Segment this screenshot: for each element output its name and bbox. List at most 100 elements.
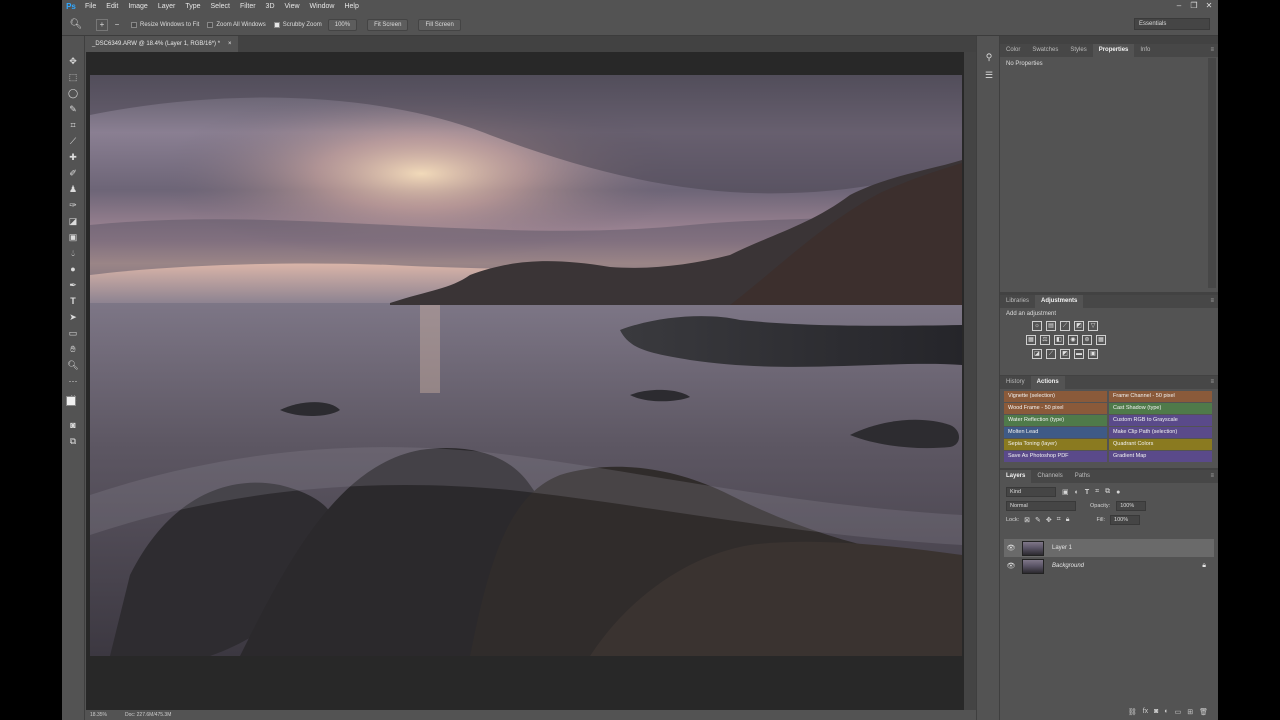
tab-channels[interactable]: Channels [1031,470,1068,483]
zoom-level[interactable]: 18.35% [90,712,107,718]
fill-screen-button[interactable]: Fill Screen [418,18,461,31]
document-tab-close-icon[interactable]: × [228,36,232,52]
hand-tool-icon[interactable]: ✋︎ [66,342,80,356]
action-item[interactable]: Vignette (selection) [1004,391,1107,402]
lock-all-icon[interactable]: 🔒︎ [1066,516,1070,524]
tab-properties[interactable]: Properties [1092,44,1135,57]
menu-edit[interactable]: Edit [101,0,123,13]
tab-libraries[interactable]: Libraries [1000,295,1035,308]
crop-tool-icon[interactable]: ⌗ [66,118,80,132]
fill-input[interactable]: 100% [1110,515,1141,525]
type-filter-icon[interactable]: T [1085,489,1089,496]
color-balance-icon[interactable]: ⚖ [1040,335,1050,345]
posterize-icon[interactable]: ⟋ [1046,349,1056,359]
visibility-eye-icon[interactable]: 👁︎ [1004,562,1018,570]
workspace-select[interactable]: Essentials [1134,18,1210,30]
color-lookup-icon[interactable]: ▦ [1096,335,1106,345]
lasso-tool-icon[interactable]: ◯ [66,86,80,100]
action-item[interactable]: Frame Channel - 50 pixel [1109,391,1212,402]
healing-brush-tool-icon[interactable]: ✚ [66,150,80,164]
action-item[interactable]: Cast Shadow (type) [1109,403,1212,414]
tab-color[interactable]: Color [1000,44,1026,57]
exposure-icon[interactable]: ◩ [1074,321,1084,331]
action-item[interactable]: Molten Lead [1004,427,1107,438]
menu-help[interactable]: Help [339,0,363,13]
tab-adjustments[interactable]: Adjustments [1035,295,1084,308]
resize-windows-checkbox[interactable]: Resize Windows to Fit [131,21,199,28]
eraser-tool-icon[interactable]: ◪ [66,214,80,228]
quick-mask-icon[interactable]: ◙ [66,418,80,432]
layer-mask-icon[interactable]: ◙ [1154,708,1158,716]
vibrance-icon[interactable]: ▽ [1088,321,1098,331]
tab-actions[interactable]: Actions [1030,376,1065,389]
smart-object-filter-icon[interactable]: ⧉ [1105,488,1110,496]
menu-image[interactable]: Image [123,0,152,13]
type-tool-icon[interactable]: T [66,294,80,308]
fit-screen-button[interactable]: Fit Screen [367,18,409,31]
menu-window[interactable]: Window [305,0,340,13]
delete-layer-icon[interactable]: 🗑︎ [1199,708,1208,716]
blend-mode-select[interactable]: Normal [1006,501,1076,511]
zoom-tool-icon[interactable]: 🔍︎ [68,17,84,33]
lock-pixels-icon[interactable]: ✎ [1035,516,1041,524]
zoom-100-button[interactable]: 100% [327,18,358,31]
adjustment-filter-icon[interactable]: ◐ [1075,489,1079,496]
brightness-contrast-icon[interactable]: ☼ [1032,321,1042,331]
layer-style-icon[interactable]: fx [1143,708,1148,716]
action-item[interactable]: Gradient Map [1109,451,1212,462]
shape-filter-icon[interactable]: ⌗ [1095,488,1099,496]
filter-toggle-icon[interactable]: ● [1116,489,1120,496]
marquee-tool-icon[interactable]: ⬚ [66,70,80,84]
zoom-in-icon[interactable]: + [96,18,108,31]
zoom-out-icon[interactable]: − [111,19,123,31]
layer-name[interactable]: Background [1052,563,1084,569]
zoom-tool-icon[interactable]: 🔍︎ [66,358,80,372]
action-item[interactable]: Quadrant Colors [1109,439,1212,450]
menu-file[interactable]: File [80,0,101,13]
panel-menu-icon[interactable]: ≡ [1210,298,1214,304]
threshold-icon[interactable]: ◩ [1060,349,1070,359]
minimize-icon[interactable]: ‒ [1172,0,1186,12]
invert-icon[interactable]: ◪ [1032,349,1042,359]
close-icon[interactable]: ✕ [1202,0,1216,12]
blur-tool-icon[interactable]: 💧︎ [66,246,80,260]
black-white-icon[interactable]: ◧ [1054,335,1064,345]
levels-icon[interactable]: ▤ [1046,321,1056,331]
panel-menu-icon[interactable]: ≡ [1210,47,1214,53]
photo-filter-icon[interactable]: ◉ [1068,335,1078,345]
tab-history[interactable]: History [1000,376,1031,389]
screen-mode-icon[interactable]: ⧉ [66,434,80,448]
eyedropper-tool-icon[interactable]: ⟋ [66,134,80,148]
more-tools-icon[interactable]: ⋯ [66,374,80,388]
action-item[interactable]: Wood Frame - 50 pixel [1004,403,1107,414]
lock-position-icon[interactable]: ✥ [1046,516,1052,524]
panel-menu-icon[interactable]: ≡ [1210,379,1214,385]
menu-filter[interactable]: Filter [235,0,261,13]
document-tab[interactable]: _DSC6349.ARW @ 18.4% (Layer 1, RGB/16*) … [86,36,238,52]
brush-tool-icon[interactable]: ✐ [66,166,80,180]
action-item[interactable]: Make Clip Path (selection) [1109,427,1212,438]
properties-panel-icon[interactable]: ☰ [982,68,996,82]
path-selection-tool-icon[interactable]: ➤ [66,310,80,324]
tab-swatches[interactable]: Swatches [1026,44,1064,57]
action-item[interactable]: Sepia Toning (layer) [1004,439,1107,450]
kind-filter-select[interactable]: Kind [1006,487,1056,497]
tab-paths[interactable]: Paths [1069,470,1096,483]
menu-type[interactable]: Type [180,0,205,13]
panel-menu-icon[interactable]: ≡ [1210,473,1214,479]
new-layer-icon[interactable]: ⊞ [1187,708,1193,716]
zoom-all-windows-checkbox[interactable]: Zoom All Windows [207,21,266,28]
pixel-filter-icon[interactable]: ▣ [1062,488,1069,496]
menu-layer[interactable]: Layer [153,0,181,13]
action-item[interactable]: Save As Photoshop PDF [1004,451,1107,462]
visibility-eye-icon[interactable]: 👁︎ [1004,544,1018,552]
rectangle-tool-icon[interactable]: ▭ [66,326,80,340]
history-brush-tool-icon[interactable]: ✑ [66,198,80,212]
vertical-scrollbar[interactable] [964,52,976,710]
gradient-map-icon[interactable]: ▬ [1074,349,1084,359]
foreground-color-swatch[interactable] [66,396,76,406]
tab-styles[interactable]: Styles [1064,44,1092,57]
tab-info[interactable]: Info [1134,44,1156,57]
hue-saturation-icon[interactable]: ▦ [1026,335,1036,345]
properties-scrollbar[interactable] [1208,58,1216,288]
